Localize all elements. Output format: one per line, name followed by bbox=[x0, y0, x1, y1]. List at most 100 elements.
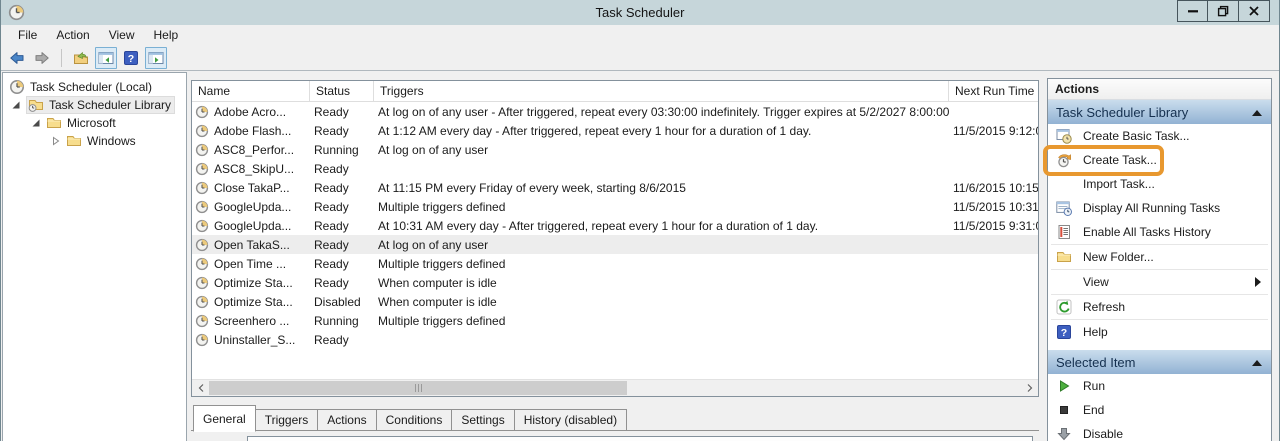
scroll-right-button[interactable] bbox=[1021, 380, 1038, 396]
toolbar-help-button[interactable]: ? bbox=[120, 47, 142, 69]
tab-settings[interactable]: Settings bbox=[452, 409, 515, 431]
menu-file[interactable]: File bbox=[9, 26, 47, 44]
task-clock-icon bbox=[195, 257, 209, 270]
task-name: Uninstaller_S... bbox=[214, 332, 296, 347]
tree-item-microsoft[interactable]: Microsoft bbox=[31, 114, 116, 132]
task-name: Optimize Sta... bbox=[214, 275, 293, 290]
task-clock-icon bbox=[195, 143, 209, 156]
general-tab-pane bbox=[191, 430, 1039, 441]
action-new-folder[interactable]: New Folder... bbox=[1048, 245, 1271, 269]
task-clock-icon bbox=[195, 124, 209, 137]
scrollbar-thumb[interactable] bbox=[209, 381, 627, 395]
task-triggers: At log on of any user - After triggered,… bbox=[378, 104, 949, 119]
forward-button[interactable] bbox=[31, 47, 53, 69]
collapse-arrow-icon[interactable] bbox=[1252, 360, 1262, 366]
action-run[interactable]: Run bbox=[1048, 374, 1271, 398]
task-scheduler-root-icon bbox=[10, 80, 24, 94]
tab-history[interactable]: History (disabled) bbox=[514, 409, 628, 431]
toggle-action-pane-button[interactable] bbox=[145, 46, 167, 69]
task-row[interactable]: ASC8_SkipU... Ready bbox=[192, 159, 1038, 178]
task-list-header: Name Status Triggers Next Run Time bbox=[192, 81, 1038, 102]
tree-item-windows[interactable]: Windows bbox=[51, 132, 136, 150]
action-create-task[interactable]: Create Task... bbox=[1048, 148, 1271, 172]
task-name-cell: Optimize Sta... bbox=[192, 295, 310, 309]
export-task-button[interactable] bbox=[70, 47, 92, 69]
section-selected-item[interactable]: Selected Item bbox=[1048, 350, 1271, 374]
task-row[interactable]: Screenhero ... Running Multiple triggers d… bbox=[192, 311, 1038, 330]
actions-panel-title: Actions bbox=[1048, 79, 1271, 100]
chevron-right-icon bbox=[1027, 384, 1032, 392]
window-title: Task Scheduler bbox=[595, 5, 685, 20]
column-header-name[interactable]: Name bbox=[192, 81, 310, 101]
scroll-left-button[interactable] bbox=[192, 380, 209, 396]
collapse-arrow-icon[interactable] bbox=[1252, 110, 1262, 116]
close-icon bbox=[1249, 6, 1259, 16]
refresh-icon bbox=[1056, 299, 1072, 315]
task-row[interactable]: GoogleUpda... Ready Multiple triggers defi… bbox=[192, 197, 1038, 216]
action-disable[interactable]: Disable bbox=[1048, 422, 1271, 441]
action-label: Refresh bbox=[1083, 300, 1126, 314]
menu-bar: File Action View Help bbox=[1, 25, 1279, 45]
task-clock-icon bbox=[195, 333, 209, 346]
task-row[interactable]: Adobe Acro... Ready At log on of any user … bbox=[192, 102, 1038, 121]
action-import-task[interactable]: Import Task... bbox=[1048, 172, 1271, 196]
task-row[interactable]: Uninstaller_S... Ready bbox=[192, 330, 1038, 349]
window-controls bbox=[1177, 0, 1270, 22]
tree-microsoft-label: Microsoft bbox=[67, 116, 116, 130]
task-status: Ready bbox=[314, 104, 349, 119]
task-library-folder-icon bbox=[28, 100, 43, 112]
thumb-grip bbox=[414, 384, 416, 392]
task-row[interactable]: Optimize Sta... Disabled When computer is … bbox=[192, 292, 1038, 311]
menu-help[interactable]: Help bbox=[145, 26, 189, 44]
console-tree-panel: Task Scheduler (Local) Task Scheduler Li… bbox=[2, 72, 187, 441]
task-name-cell: ASC8_SkipU... bbox=[192, 162, 310, 176]
action-label: Run bbox=[1083, 379, 1106, 393]
action-enable-all-tasks-history[interactable]: Enable All Tasks History bbox=[1048, 220, 1271, 244]
task-name: GoogleUpda... bbox=[214, 218, 292, 233]
task-row[interactable]: Open Time ... Ready Multiple triggers defi… bbox=[192, 254, 1038, 273]
task-triggers: Multiple triggers defined bbox=[378, 313, 506, 328]
end-icon bbox=[1060, 406, 1068, 414]
action-label: Help bbox=[1083, 325, 1108, 339]
tree-item-library[interactable]: Task Scheduler Library bbox=[11, 96, 176, 114]
task-clock-icon bbox=[195, 181, 209, 194]
blank-icon bbox=[1056, 274, 1072, 290]
task-row[interactable]: Optimize Sta... Ready When computer is idl… bbox=[192, 273, 1038, 292]
minimize-button[interactable] bbox=[1177, 0, 1208, 22]
back-button[interactable] bbox=[6, 47, 28, 69]
column-header-triggers[interactable]: Triggers bbox=[374, 81, 949, 101]
action-end[interactable]: End bbox=[1048, 398, 1271, 422]
task-name-cell: Open TakaS... bbox=[192, 238, 310, 252]
task-clock-icon bbox=[195, 219, 209, 232]
column-header-next-run-time[interactable]: Next Run Time bbox=[949, 81, 1038, 101]
action-create-basic-task[interactable]: Create Basic Task... bbox=[1048, 124, 1271, 148]
action-view[interactable]: View bbox=[1048, 270, 1271, 294]
menu-view[interactable]: View bbox=[100, 26, 145, 44]
section-task-scheduler-library[interactable]: Task Scheduler Library bbox=[1048, 100, 1271, 124]
task-triggers: When computer is idle bbox=[378, 294, 497, 309]
task-row[interactable]: ASC8_Perfor... Running At log on of any us… bbox=[192, 140, 1038, 159]
toggle-console-tree-button[interactable] bbox=[95, 46, 117, 69]
action-help[interactable]: ? Help bbox=[1048, 320, 1271, 344]
tab-conditions[interactable]: Conditions bbox=[376, 409, 453, 431]
tab-general[interactable]: General bbox=[193, 405, 256, 432]
restore-button[interactable] bbox=[1208, 0, 1239, 22]
tree-item-root[interactable]: Task Scheduler (Local) bbox=[9, 78, 152, 96]
task-row[interactable]: GoogleUpda... Ready At 10:31 AM every day … bbox=[192, 216, 1038, 235]
task-row[interactable]: Open TakaS... Ready At log on of any user bbox=[192, 235, 1038, 254]
menu-action[interactable]: Action bbox=[47, 26, 99, 44]
tab-triggers[interactable]: Triggers bbox=[255, 409, 319, 431]
action-refresh[interactable]: Refresh bbox=[1048, 295, 1271, 319]
tab-actions[interactable]: Actions bbox=[318, 409, 377, 431]
task-clock-icon bbox=[195, 105, 209, 118]
task-status: Ready bbox=[314, 218, 349, 233]
title-bar: Task Scheduler bbox=[1, 0, 1279, 25]
task-row[interactable]: Close TakaP... Ready At 11:15 PM every Fri… bbox=[192, 178, 1038, 197]
action-display-all-running-tasks[interactable]: Display All Running Tasks bbox=[1048, 196, 1271, 220]
task-row[interactable]: Adobe Flash... Ready At 1:12 AM every day … bbox=[192, 121, 1038, 140]
run-icon bbox=[1060, 380, 1070, 392]
close-button[interactable] bbox=[1239, 0, 1270, 22]
task-status: Running bbox=[314, 142, 359, 157]
folder-icon bbox=[67, 136, 81, 146]
column-header-status[interactable]: Status bbox=[310, 81, 374, 101]
